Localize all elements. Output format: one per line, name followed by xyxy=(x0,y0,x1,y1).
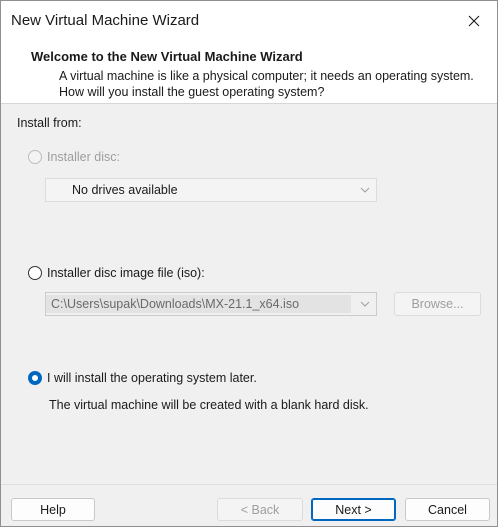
iso-image-radio[interactable] xyxy=(28,266,42,280)
button-bar: Help < Back Next > Cancel xyxy=(1,484,497,526)
install-from-label: Install from: xyxy=(17,116,82,130)
wizard-header: Welcome to the New Virtual Machine Wizar… xyxy=(1,41,497,104)
install-later-radio[interactable] xyxy=(28,371,42,385)
back-button[interactable]: < Back xyxy=(217,498,303,521)
close-icon xyxy=(468,15,480,27)
header-description: A virtual machine is like a physical com… xyxy=(59,69,474,99)
title-bar: New Virtual Machine Wizard xyxy=(1,1,497,41)
chevron-down-icon xyxy=(354,179,376,201)
window-title: New Virtual Machine Wizard xyxy=(11,12,200,29)
iso-image-label: Installer disc image file (iso): xyxy=(47,266,205,280)
install-source-panel: Install from: Installer disc: No drives … xyxy=(1,104,497,484)
browse-button[interactable]: Browse... xyxy=(394,292,481,316)
iso-path-value: C:\Users\supak\Downloads\MX-21.1_x64.iso xyxy=(46,295,351,313)
install-later-label: I will install the operating system late… xyxy=(47,371,257,385)
close-button[interactable] xyxy=(451,1,497,41)
help-button[interactable]: Help xyxy=(11,498,95,521)
installer-disc-option[interactable]: Installer disc: xyxy=(28,150,120,164)
installer-disc-radio[interactable] xyxy=(28,150,42,164)
next-button[interactable]: Next > xyxy=(311,498,396,521)
header-title: Welcome to the New Virtual Machine Wizar… xyxy=(31,49,303,64)
disc-drive-value: No drives available xyxy=(72,183,178,197)
chevron-down-icon xyxy=(354,293,376,315)
installer-disc-label: Installer disc: xyxy=(47,150,120,164)
cancel-button[interactable]: Cancel xyxy=(405,498,490,521)
iso-path-dropdown[interactable]: C:\Users\supak\Downloads\MX-21.1_x64.iso xyxy=(45,292,377,316)
wizard-window: New Virtual Machine Wizard Welcome to th… xyxy=(0,0,498,527)
disc-drive-dropdown[interactable]: No drives available xyxy=(45,178,377,202)
install-later-note: The virtual machine will be created with… xyxy=(49,398,369,412)
iso-image-option[interactable]: Installer disc image file (iso): xyxy=(28,266,205,280)
install-later-option[interactable]: I will install the operating system late… xyxy=(28,371,257,385)
